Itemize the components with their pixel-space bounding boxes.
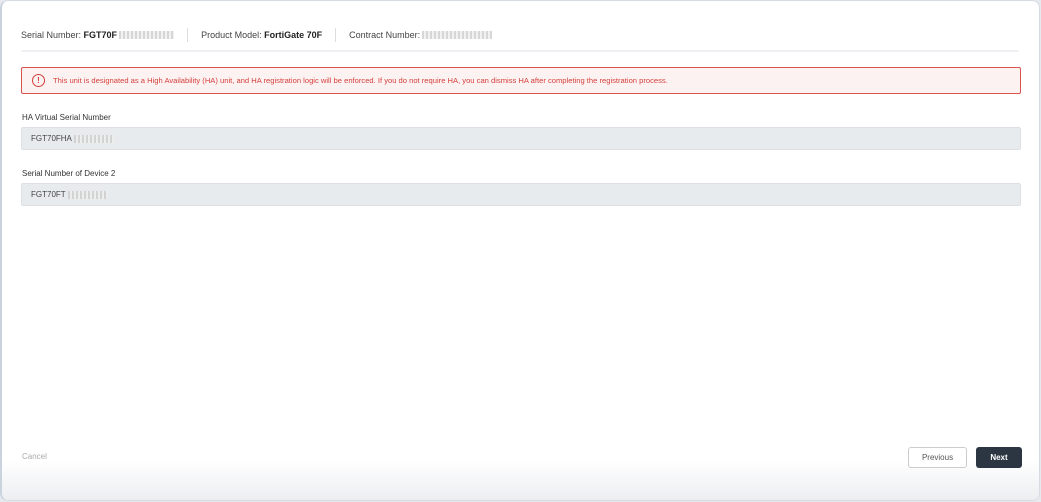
alert-text: This unit is designated as a High Availa… [53, 76, 668, 85]
ha-virtual-serial-label: HA Virtual Serial Number [22, 113, 111, 122]
ha-virtual-serial-field[interactable]: FGT70FHA [21, 127, 1021, 150]
model-label: Product Model: [201, 30, 262, 40]
ha-alert: ! This unit is designated as a High Avai… [21, 67, 1021, 94]
serial-label: Serial Number: [21, 30, 82, 40]
redacted-blur [119, 31, 175, 39]
exclamation-circle-icon: ! [32, 74, 45, 87]
serial-number-info: Serial Number: FGT70F [21, 30, 175, 40]
device2-serial-label: Serial Number of Device 2 [22, 169, 116, 178]
divider [21, 50, 1019, 52]
device2-serial-field[interactable]: FGT70FT [21, 183, 1021, 206]
device-info-bar: Serial Number: FGT70F Product Model: For… [21, 28, 493, 42]
cancel-link[interactable]: Cancel [22, 452, 47, 461]
product-model-info: Product Model: FortiGate 70F [201, 30, 322, 40]
contract-number-info: Contract Number: [349, 30, 493, 40]
redacted-blur [67, 190, 108, 199]
registration-card: Serial Number: FGT70F Product Model: For… [0, 0, 1040, 501]
next-button[interactable]: Next [976, 447, 1022, 468]
model-value: FortiGate 70F [264, 30, 323, 40]
field-value: FGT70FHA [31, 134, 72, 143]
redacted-blur [422, 31, 493, 39]
serial-value: FGT70F [83, 30, 118, 40]
separator [187, 28, 189, 42]
previous-button[interactable]: Previous [908, 447, 967, 468]
separator [335, 28, 337, 42]
contract-label: Contract Number: [349, 30, 421, 40]
redacted-blur [73, 134, 114, 143]
field-value: FGT70FT [31, 190, 66, 199]
